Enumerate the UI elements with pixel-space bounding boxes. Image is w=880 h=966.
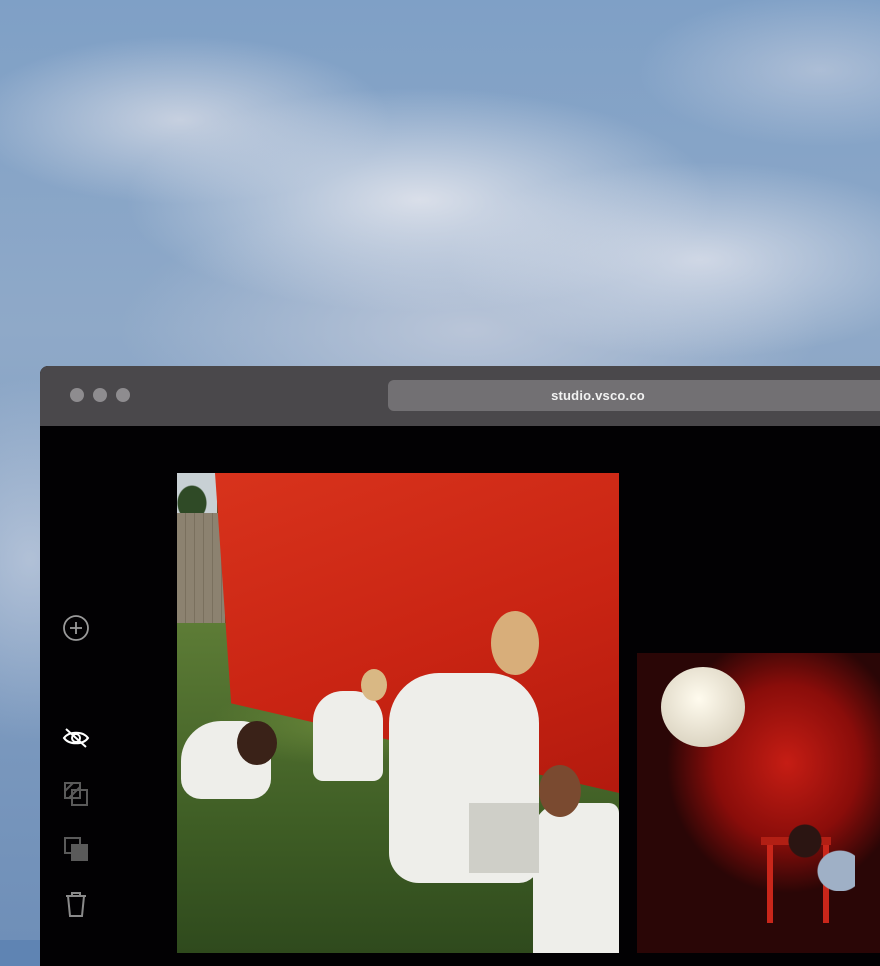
photo-person-2-head <box>361 669 387 701</box>
photo-cinder-blocks <box>469 803 539 873</box>
address-bar-url: studio.vsco.co <box>551 388 645 403</box>
photo-person-5 <box>785 821 855 891</box>
photo-person-2 <box>313 691 383 781</box>
copy-button[interactable] <box>60 833 92 865</box>
photo-person-3-head <box>491 611 539 675</box>
layers-icon <box>64 782 88 806</box>
photo-person-4-head <box>539 765 581 817</box>
window-close-button[interactable] <box>70 388 84 402</box>
photo-lantern <box>661 667 745 747</box>
photo-tree <box>177 473 217 517</box>
photo-main[interactable] <box>177 473 619 953</box>
photo-person-4 <box>533 803 619 953</box>
copy-icon <box>64 837 88 861</box>
hide-button[interactable] <box>60 722 92 754</box>
trash-icon <box>66 892 86 917</box>
address-bar[interactable]: studio.vsco.co <box>388 380 880 411</box>
add-button[interactable] <box>60 612 92 644</box>
window-maximize-button[interactable] <box>116 388 130 402</box>
delete-button[interactable] <box>60 888 92 920</box>
photo-fence <box>177 513 225 623</box>
browser-titlebar: studio.vsco.co <box>40 366 880 426</box>
window-minimize-button[interactable] <box>93 388 107 402</box>
browser-window: studio.vsco.co <box>40 366 880 966</box>
studio-canvas <box>40 426 880 966</box>
photo-secondary[interactable] <box>637 653 880 953</box>
layers-button[interactable] <box>60 778 92 810</box>
photo-person-1-hair <box>237 721 277 765</box>
eye-off-icon <box>62 728 90 748</box>
add-circle-icon <box>63 615 89 641</box>
